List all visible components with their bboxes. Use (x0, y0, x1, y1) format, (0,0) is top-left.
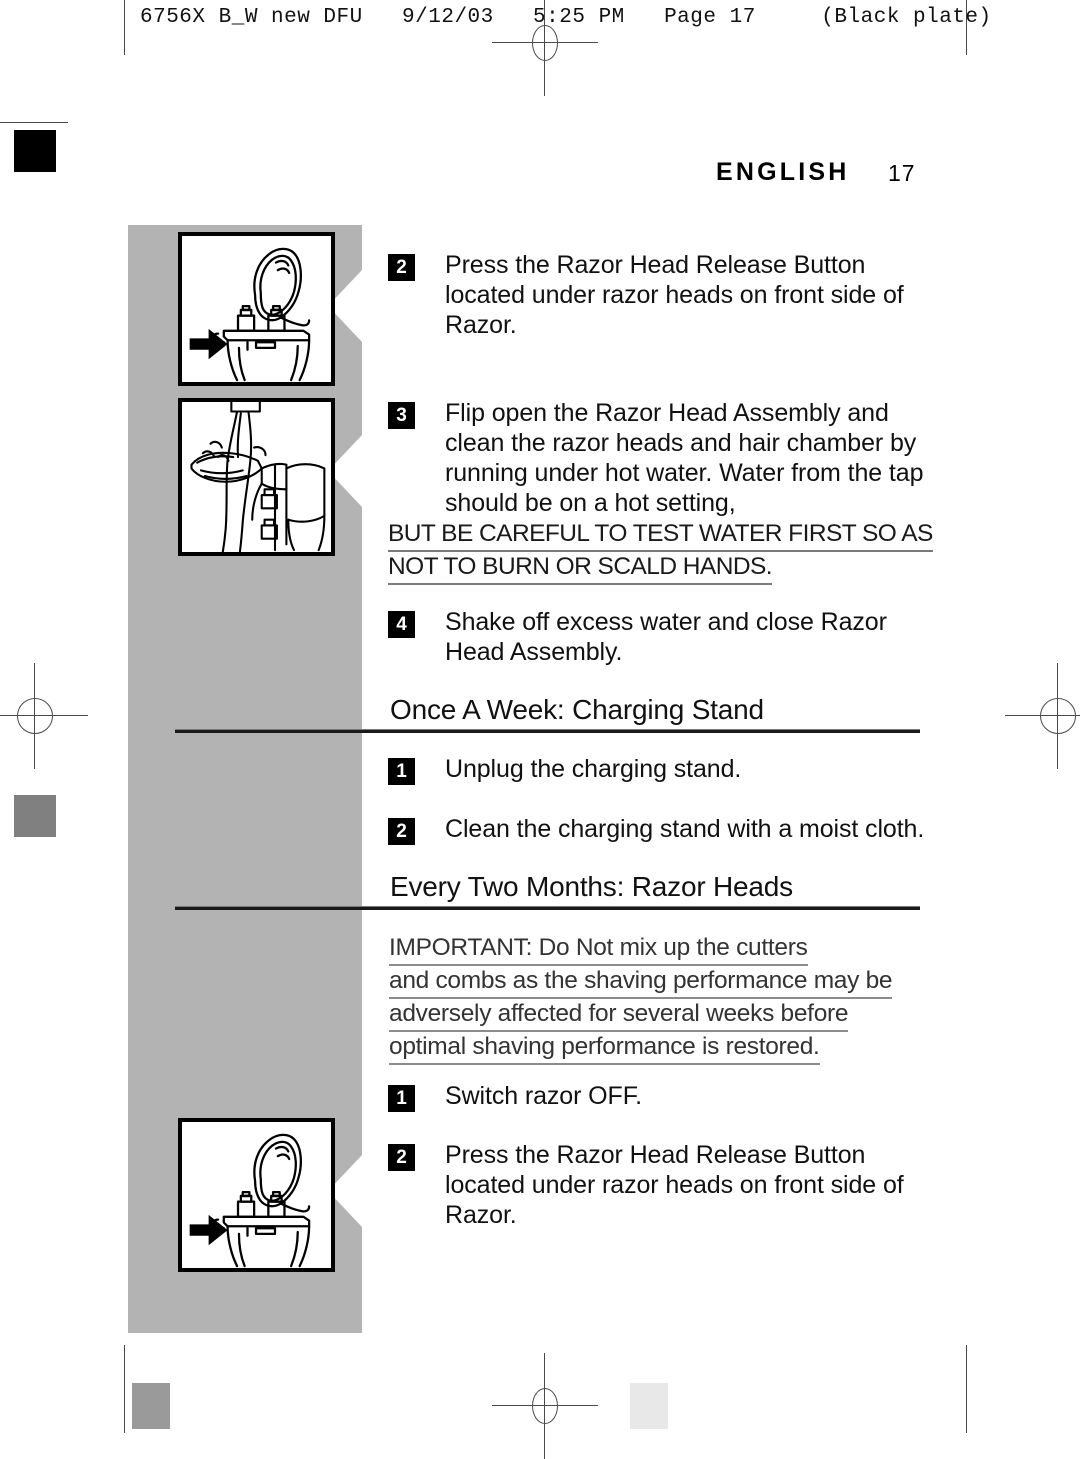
step-number: 2 (388, 1144, 415, 1171)
important-line-2: and combs as the shaving performance may… (389, 966, 893, 999)
illustration-razor-rinse-under-water (178, 398, 335, 556)
caution-line-2: NOT TO BURN OR SCALD HANDS. (388, 552, 773, 585)
registration-square-top-left (14, 130, 56, 172)
step-text: Press the Razor Head Release Button loca… (445, 251, 904, 339)
registration-square-mid-left (14, 795, 56, 837)
step-item: 2 Press the Razor Head Release Button lo… (388, 250, 928, 340)
crop-line-top-left (0, 122, 68, 123)
step-text: Switch razor OFF. (445, 1082, 642, 1110)
registration-mark-right (1005, 663, 1080, 769)
arrow-glyph (189, 328, 228, 360)
wedge-swatch (630, 1383, 668, 1429)
step-number: 3 (388, 402, 415, 429)
caution-text: BUT BE CAREFUL TO TEST WATER FIRST SO AS… (388, 519, 933, 585)
crop-line-left (124, 0, 125, 55)
important-line-1: IMPORTANT: Do Not mix up the cutters (389, 933, 808, 966)
step-item: 4 Shake off excess water and close Razor… (388, 607, 928, 667)
caution-line-1: BUT BE CAREFUL TO TEST WATER FIRST SO AS (388, 519, 933, 552)
step-item: 1 Switch razor OFF. (388, 1081, 928, 1112)
step-item: 1 Unplug the charging stand. (388, 754, 928, 785)
step-text: Press the Razor Head Release Button loca… (445, 1141, 904, 1229)
registration-mark-bottom-center (492, 1353, 598, 1459)
step-text: Flip open the Razor Head Assembly and cl… (445, 399, 924, 517)
step-number: 2 (388, 818, 415, 845)
wedge-swatch (132, 1383, 170, 1429)
page-number: 17 (888, 160, 916, 186)
crop-line-left-lower (124, 1345, 125, 1433)
important-note: IMPORTANT: Do Not mix up the cutters and… (389, 933, 893, 1065)
step-number: 4 (388, 611, 415, 638)
step-number: 2 (388, 254, 415, 281)
step-text: Unplug the charging stand. (445, 755, 742, 783)
step-text: Clean the charging stand with a moist cl… (445, 815, 925, 843)
section-heading-every-two-months: Every Two Months: Razor Heads (390, 871, 793, 902)
step-item: 2 Press the Razor Head Release Button lo… (388, 1140, 928, 1230)
registration-mark-left (0, 663, 88, 769)
important-line-4: optimal shaving performance is restored. (389, 1032, 820, 1065)
registration-mark-top-center (492, 0, 598, 96)
step-text: Shake off excess water and close Razor H… (445, 608, 887, 666)
step-number: 1 (388, 1085, 415, 1112)
section-heading-once-a-week: Once A Week: Charging Stand (390, 694, 764, 725)
illustration-razor-head-release-button-2 (178, 1118, 335, 1272)
important-line-3: adversely affected for several weeks bef… (389, 999, 849, 1032)
step-number: 1 (388, 758, 415, 785)
arrow-glyph (189, 1214, 228, 1246)
step-item: 3 Flip open the Razor Head Assembly and … (388, 398, 933, 518)
illustration-razor-head-release-button (178, 232, 335, 386)
crop-line-right-lower (966, 1345, 967, 1433)
printed-page: 6756X B_W new DFU 9/12/03 5:25 PM Page 1… (0, 0, 1080, 1459)
page-title: ENGLISH (716, 158, 850, 186)
section-rule-every-two-months (175, 906, 920, 910)
step-item: 2 Clean the charging stand with a moist … (388, 814, 933, 845)
section-rule-once-a-week (175, 729, 920, 733)
